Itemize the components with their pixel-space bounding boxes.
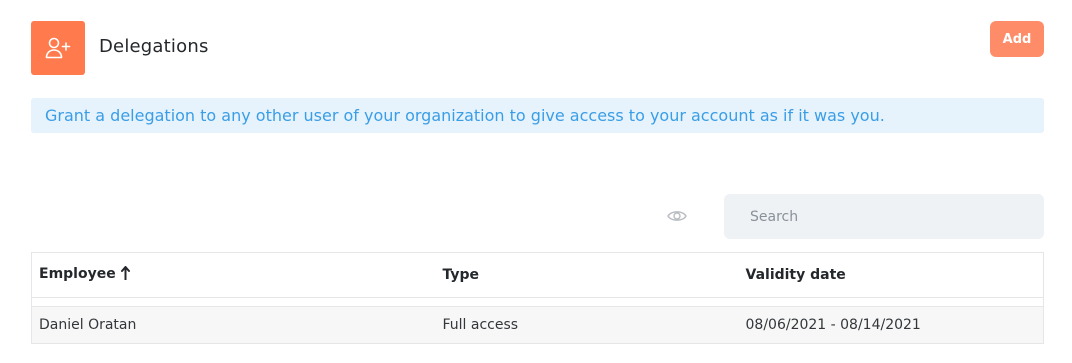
- info-banner: Grant a delegation to any other user of …: [31, 98, 1044, 133]
- table-row[interactable]: Daniel Oratan Full access 08/06/2021 - 0…: [31, 306, 1044, 344]
- add-button[interactable]: Add: [990, 21, 1044, 57]
- table-spacer: [31, 297, 1044, 307]
- sort-ascending-icon: [120, 266, 130, 284]
- delegations-table: Employee Type Validity date Daniel Orata…: [31, 252, 1044, 344]
- cell-validity: 08/06/2021 - 08/14/2021: [738, 306, 1044, 344]
- column-header-validity[interactable]: Validity date: [738, 252, 1044, 298]
- cell-employee: Daniel Oratan: [31, 306, 436, 344]
- column-header-type[interactable]: Type: [435, 252, 739, 298]
- page-title: Delegations: [99, 36, 209, 57]
- add-user-icon: [31, 21, 85, 75]
- eye-icon[interactable]: [666, 207, 688, 225]
- table-header-row: Employee Type Validity date: [31, 252, 1044, 298]
- delegations-page: Delegations Add Grant a delegation to an…: [0, 0, 1072, 363]
- cell-type: Full access: [435, 306, 739, 344]
- search-input[interactable]: [724, 194, 1044, 239]
- column-header-label: Type: [442, 267, 480, 283]
- column-header-label: Employee: [39, 266, 116, 282]
- column-header-employee[interactable]: Employee: [31, 252, 436, 298]
- column-header-label: Validity date: [745, 267, 846, 283]
